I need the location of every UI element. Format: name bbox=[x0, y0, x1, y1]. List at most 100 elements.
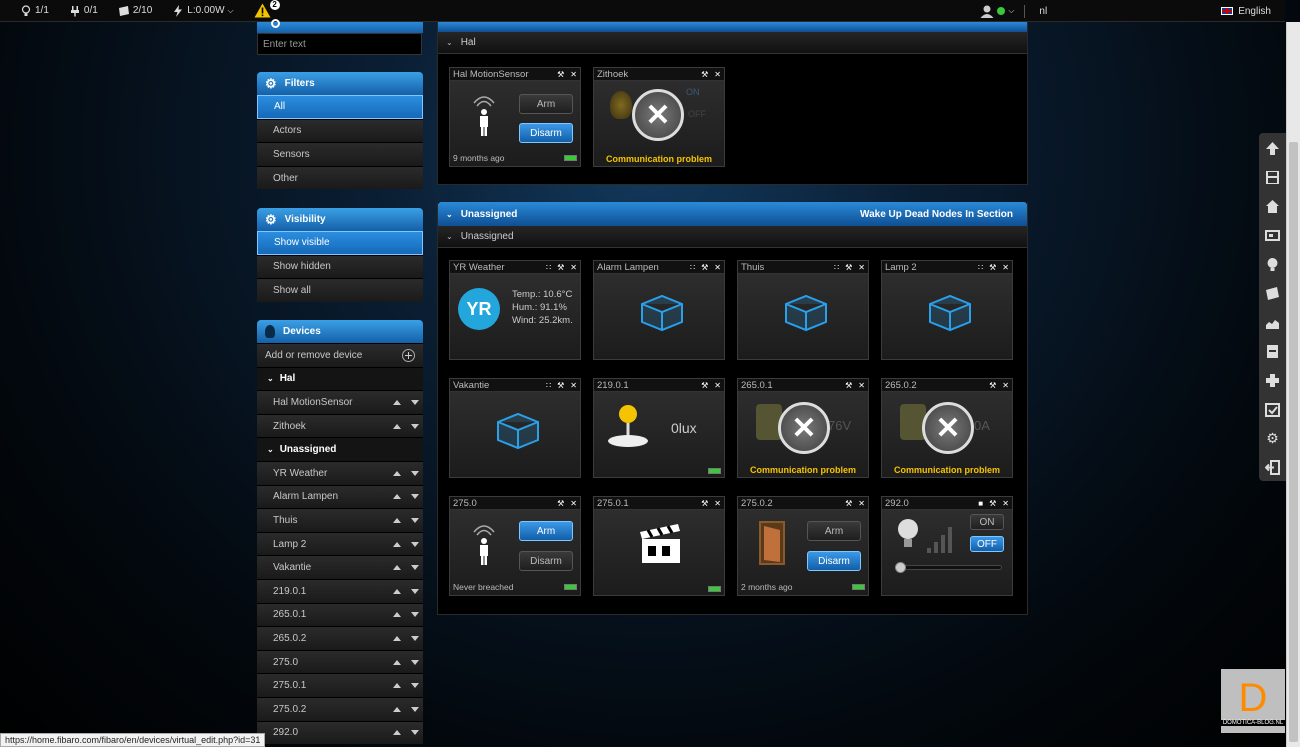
wrench-icon[interactable]: ⚒ bbox=[701, 381, 708, 390]
device-tile-alarm-lampen[interactable]: Alarm Lampen ∷ ⚒ ✕ bbox=[593, 260, 725, 360]
disarm-button[interactable]: Disarm bbox=[519, 123, 573, 143]
close-icon[interactable]: ✕ bbox=[570, 499, 577, 508]
scrollbar-thumb[interactable] bbox=[1289, 142, 1298, 742]
user-menu[interactable]: ⌵ bbox=[980, 4, 1026, 18]
slider-handle[interactable] bbox=[895, 562, 906, 573]
device-list-item[interactable]: 275.0 bbox=[257, 649, 423, 674]
visibility-show-hidden[interactable]: Show hidden bbox=[257, 254, 423, 279]
device-section-hal[interactable]: ⌄ Hal bbox=[257, 366, 423, 391]
device-tile-275-0-1[interactable]: 275.0.1 ⚒ ✕ bbox=[593, 496, 725, 596]
wrench-icon[interactable]: ⚒ bbox=[845, 263, 852, 272]
move-up-icon[interactable] bbox=[393, 565, 401, 571]
drag-icon[interactable]: ∷ bbox=[690, 263, 695, 272]
off-button[interactable]: OFF bbox=[688, 109, 706, 119]
wrench-icon[interactable]: ⚒ bbox=[557, 263, 564, 272]
panels-icon[interactable] bbox=[1265, 342, 1281, 361]
device-list-item[interactable]: 265.0.2 bbox=[257, 626, 423, 650]
filter-actors[interactable]: Actors bbox=[257, 118, 423, 143]
close-icon[interactable]: ✕ bbox=[570, 263, 577, 272]
arm-button[interactable]: Arm bbox=[519, 94, 573, 114]
close-icon[interactable]: ✕ bbox=[714, 263, 721, 272]
wrench-icon[interactable]: ⚒ bbox=[845, 499, 852, 508]
move-up-icon[interactable] bbox=[393, 683, 401, 689]
home-icon[interactable] bbox=[1265, 197, 1281, 216]
move-down-icon[interactable] bbox=[411, 541, 419, 547]
disarm-button[interactable]: Disarm bbox=[519, 551, 573, 571]
device-section-unassigned[interactable]: ⌄ Unassigned bbox=[257, 437, 423, 461]
move-down-icon[interactable] bbox=[411, 635, 419, 641]
disarm-button[interactable]: Disarm bbox=[807, 551, 861, 571]
move-down-icon[interactable] bbox=[411, 470, 419, 476]
move-down-icon[interactable] bbox=[411, 706, 419, 712]
move-up-icon[interactable] bbox=[393, 659, 401, 665]
devices-icon[interactable] bbox=[1265, 226, 1281, 245]
search-input[interactable] bbox=[257, 33, 422, 55]
filter-all[interactable]: All bbox=[257, 95, 423, 119]
device-list-item[interactable]: 219.0.1 bbox=[257, 578, 423, 603]
move-up-icon[interactable] bbox=[393, 399, 401, 405]
chart-icon[interactable] bbox=[1265, 313, 1281, 332]
device-list-item[interactable]: YR Weather bbox=[257, 460, 423, 485]
move-down-icon[interactable] bbox=[411, 588, 419, 594]
move-down-icon[interactable] bbox=[411, 399, 419, 405]
language-selector[interactable]: English bbox=[1221, 6, 1271, 17]
close-icon[interactable]: ✕ bbox=[570, 70, 577, 79]
unassigned-section-bar[interactable]: ⌄ Unassigned Wake Up Dead Nodes In Sectio… bbox=[438, 202, 1027, 226]
device-list-item[interactable]: Hal MotionSensor bbox=[257, 390, 423, 414]
wrench-icon[interactable]: ⚒ bbox=[557, 499, 564, 508]
device-tile-vakantie[interactable]: Vakantie ∷ ⚒ ✕ bbox=[449, 378, 581, 478]
move-up-icon[interactable] bbox=[393, 423, 401, 429]
arrow-up-icon[interactable] bbox=[1265, 139, 1281, 158]
drag-icon[interactable]: ∷ bbox=[546, 263, 551, 272]
bulb-icon[interactable] bbox=[1265, 255, 1281, 274]
close-icon[interactable]: ✕ bbox=[714, 381, 721, 390]
off-button[interactable]: OFF bbox=[970, 536, 1004, 552]
device-tile-265-0-1[interactable]: 265.0.1 ⚒ ✕ 76V ✕ Communication problem bbox=[737, 378, 869, 478]
scenes-icon[interactable] bbox=[1265, 284, 1281, 303]
filter-other[interactable]: Other bbox=[257, 165, 423, 190]
device-list-item[interactable]: Thuis bbox=[257, 508, 423, 532]
move-up-icon[interactable] bbox=[393, 588, 401, 594]
close-icon[interactable]: ✕ bbox=[1002, 381, 1009, 390]
wrench-icon[interactable]: ⚒ bbox=[989, 381, 996, 390]
device-list-item[interactable]: 275.0.2 bbox=[257, 696, 423, 721]
wrench-icon[interactable]: ⚒ bbox=[989, 499, 996, 508]
arm-button[interactable]: Arm bbox=[519, 521, 573, 541]
device-list-item[interactable]: Zithoek bbox=[257, 413, 423, 438]
device-list-item[interactable]: Lamp 2 bbox=[257, 531, 423, 556]
wrench-icon[interactable]: ⚒ bbox=[701, 263, 708, 272]
device-tile-lamp-2[interactable]: Lamp 2 ∷ ⚒ ✕ bbox=[881, 260, 1013, 360]
close-icon[interactable]: ✕ bbox=[1002, 499, 1009, 508]
drag-icon[interactable]: ∷ bbox=[978, 263, 983, 272]
move-down-icon[interactable] bbox=[411, 730, 419, 736]
close-icon[interactable]: ✕ bbox=[858, 499, 865, 508]
device-tile-219-0-1[interactable]: 219.0.1 ⚒ ✕ 0lux bbox=[593, 378, 725, 478]
move-up-icon[interactable] bbox=[393, 635, 401, 641]
settings-icon[interactable]: ⚙ bbox=[1265, 429, 1281, 448]
filter-sensors[interactable]: Sensors bbox=[257, 142, 423, 166]
device-tile-265-0-2[interactable]: 265.0.2 ⚒ ✕ 0A ✕ Communication problem bbox=[881, 378, 1013, 478]
move-up-icon[interactable] bbox=[393, 612, 401, 618]
wrench-icon[interactable]: ⚒ bbox=[989, 263, 996, 272]
on-button[interactable]: ON bbox=[686, 87, 700, 97]
device-tile-hal-motionsensor[interactable]: Hal MotionSensor ⚒ ✕ Arm Disarm 9 months a… bbox=[449, 67, 581, 167]
device-list-item[interactable]: 292.0 bbox=[257, 720, 423, 745]
unassigned-subheader[interactable]: ⌄ Unassigned bbox=[438, 226, 1027, 248]
device-list-item[interactable]: 275.0.1 bbox=[257, 673, 423, 697]
lock-icon[interactable]: ■ bbox=[978, 499, 983, 508]
close-icon[interactable]: ✕ bbox=[858, 381, 865, 390]
move-up-icon[interactable] bbox=[393, 541, 401, 547]
device-tile-275-0-2[interactable]: 275.0.2 ⚒ ✕ Arm Disarm 2 months ago bbox=[737, 496, 869, 596]
hal-subheader[interactable]: ⌄ Hal bbox=[438, 32, 1027, 54]
device-tile-275-0[interactable]: 275.0 ⚒ ✕ Arm Disarm Never breached bbox=[449, 496, 581, 596]
close-icon[interactable]: ✕ bbox=[714, 499, 721, 508]
wrench-icon[interactable]: ⚒ bbox=[557, 381, 564, 390]
device-tile-thuis[interactable]: Thuis ∷ ⚒ ✕ bbox=[737, 260, 869, 360]
add-remove-device[interactable]: Add or remove device bbox=[257, 343, 423, 367]
on-button[interactable]: ON bbox=[970, 514, 1004, 530]
device-list-item[interactable]: Alarm Lampen bbox=[257, 484, 423, 509]
close-icon[interactable]: ✕ bbox=[570, 381, 577, 390]
device-tile-292-0[interactable]: 292.0 ■ ⚒ ✕ ON OFF bbox=[881, 496, 1013, 596]
alerts-button[interactable]: 2 bbox=[254, 0, 280, 18]
move-down-icon[interactable] bbox=[411, 612, 419, 618]
